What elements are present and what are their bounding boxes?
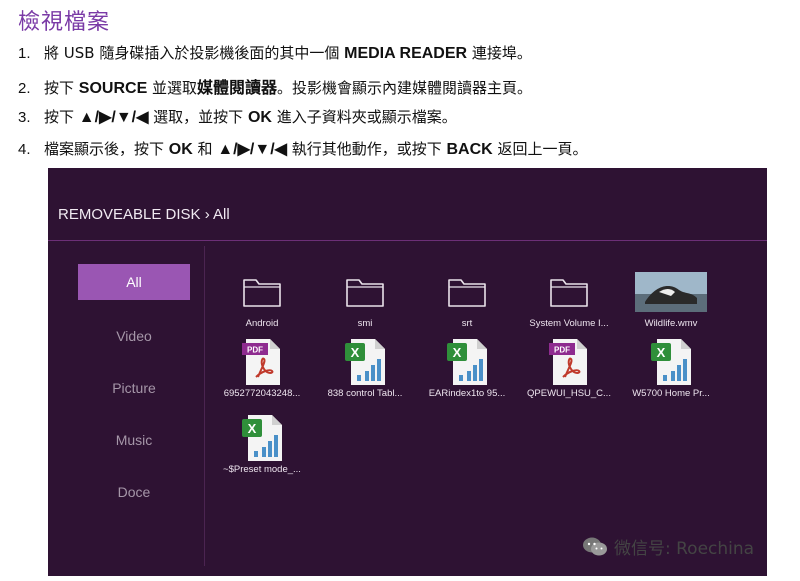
- step-keyword: 媒體閱讀器: [197, 80, 278, 97]
- header-divider: [48, 240, 767, 241]
- file-name: Wildlife.wmv: [644, 318, 698, 329]
- step-keyword: ▲/▶/▼/◀: [217, 141, 287, 158]
- svg-text:PDF: PDF: [247, 346, 263, 355]
- excel-file-icon: X: [416, 338, 518, 386]
- step-text: 返回上一頁。: [492, 140, 588, 158]
- file-name: 6952772043248...: [223, 388, 301, 399]
- step-number: 1.: [18, 45, 31, 62]
- file-name: smi: [357, 318, 373, 329]
- file-item[interactable]: X ~$Preset mode_...: [211, 414, 313, 484]
- video-thumbnail-icon: [620, 268, 722, 316]
- file-item[interactable]: PDF QPEWUI_HSU_C...: [518, 338, 620, 408]
- file-item[interactable]: X 838 control Tabl...: [314, 338, 416, 408]
- file-name: 838 control Tabl...: [327, 388, 403, 399]
- step-text: 連接埠。: [467, 44, 532, 62]
- sidebar-divider: [204, 246, 205, 566]
- excel-file-icon: X: [211, 414, 313, 462]
- breadcrumb: REMOVEABLE DISK › All: [58, 206, 230, 223]
- step-text: 檔案顯示後，按下: [44, 140, 169, 158]
- step-keyword: OK: [168, 141, 193, 158]
- step-text: 將 USB 隨身碟插入於投影機後面的其中一個: [44, 44, 345, 62]
- sidebar-item-all[interactable]: All: [78, 264, 190, 300]
- pdf-file-icon: PDF: [211, 338, 313, 386]
- svg-text:X: X: [453, 345, 462, 360]
- file-item[interactable]: System Volume I...: [518, 268, 620, 338]
- file-item[interactable]: srt: [416, 268, 518, 338]
- svg-text:X: X: [248, 421, 257, 436]
- step-number: 2.: [18, 80, 31, 97]
- file-name: Android: [245, 318, 279, 329]
- step-number: 4.: [18, 141, 31, 158]
- step-text: 執行其他動作，或按下: [286, 140, 447, 158]
- excel-file-icon: X: [620, 338, 722, 386]
- step-keyword: SOURCE: [78, 80, 148, 97]
- svg-text:X: X: [657, 345, 666, 360]
- step-text: 按下: [44, 108, 79, 126]
- step-text: 並選取: [147, 79, 198, 97]
- step-text: 和: [192, 140, 218, 158]
- step-1: 1. 將 USB 隨身碟插入於投影機後面的其中一個 MEDIA READER 連接…: [18, 42, 532, 63]
- file-item[interactable]: Wildlife.wmv: [620, 268, 722, 338]
- step-text: 進入子資料夾或顯示檔案。: [271, 108, 457, 126]
- file-item[interactable]: X EARindex1to 95...: [416, 338, 518, 408]
- folder-icon: [416, 268, 518, 316]
- step-text: 選取，並按下: [148, 108, 248, 126]
- file-name: W5700 Home Pr...: [632, 388, 710, 399]
- step-keyword: MEDIA READER: [344, 45, 468, 62]
- step-text: 按下: [44, 79, 79, 97]
- step-3: 3. 按下 ▲/▶/▼/◀ 選取，並按下 OK 進入子資料夾或顯示檔案。: [18, 106, 457, 127]
- file-name: System Volume I...: [529, 318, 609, 329]
- folder-icon: [211, 268, 313, 316]
- watermark-text: 微信号: Roechina: [614, 539, 755, 559]
- file-name: EARindex1to 95...: [428, 388, 506, 399]
- watermark: 微信号: Roechina: [582, 534, 754, 563]
- document-title: 檢視檔案: [18, 10, 111, 35]
- step-text: 。投影機會顯示內建媒體閱讀器主頁。: [277, 79, 533, 97]
- file-name: ~$Preset mode_...: [223, 464, 301, 475]
- media-reader-screen: REMOVEABLE DISK › All All Video Picture Mus…: [48, 168, 767, 576]
- excel-file-icon: X: [314, 338, 416, 386]
- file-name: srt: [461, 318, 473, 329]
- sidebar-item-doce[interactable]: Doce: [78, 474, 190, 510]
- file-name: QPEWUI_HSU_C...: [527, 388, 611, 399]
- folder-icon: [314, 268, 416, 316]
- sidebar-item-picture[interactable]: Picture: [78, 370, 190, 406]
- step-keyword: ▲/▶/▼/◀: [78, 109, 149, 126]
- svg-text:X: X: [351, 345, 360, 360]
- folder-icon: [518, 268, 620, 316]
- step-4: 4. 檔案顯示後，按下 OK 和 ▲/▶/▼/◀ 執行其他動作，或按下 BACK …: [18, 138, 588, 159]
- wechat-icon: [582, 536, 608, 563]
- sidebar-item-video[interactable]: Video: [78, 318, 190, 354]
- svg-text:PDF: PDF: [554, 346, 570, 355]
- step-2: 2. 按下 SOURCE 並選取媒體閱讀器。投影機會顯示內建媒體閱讀器主頁。: [18, 74, 532, 98]
- step-keyword: OK: [247, 109, 272, 126]
- file-item[interactable]: Android: [211, 268, 313, 338]
- step-keyword: BACK: [446, 141, 493, 158]
- file-item[interactable]: smi: [314, 268, 416, 338]
- sidebar-item-music[interactable]: Music: [78, 422, 190, 458]
- file-item[interactable]: PDF 6952772043248...: [211, 338, 313, 408]
- pdf-file-icon: PDF: [518, 338, 620, 386]
- step-number: 3.: [18, 109, 31, 126]
- file-item[interactable]: X W5700 Home Pr...: [620, 338, 722, 408]
